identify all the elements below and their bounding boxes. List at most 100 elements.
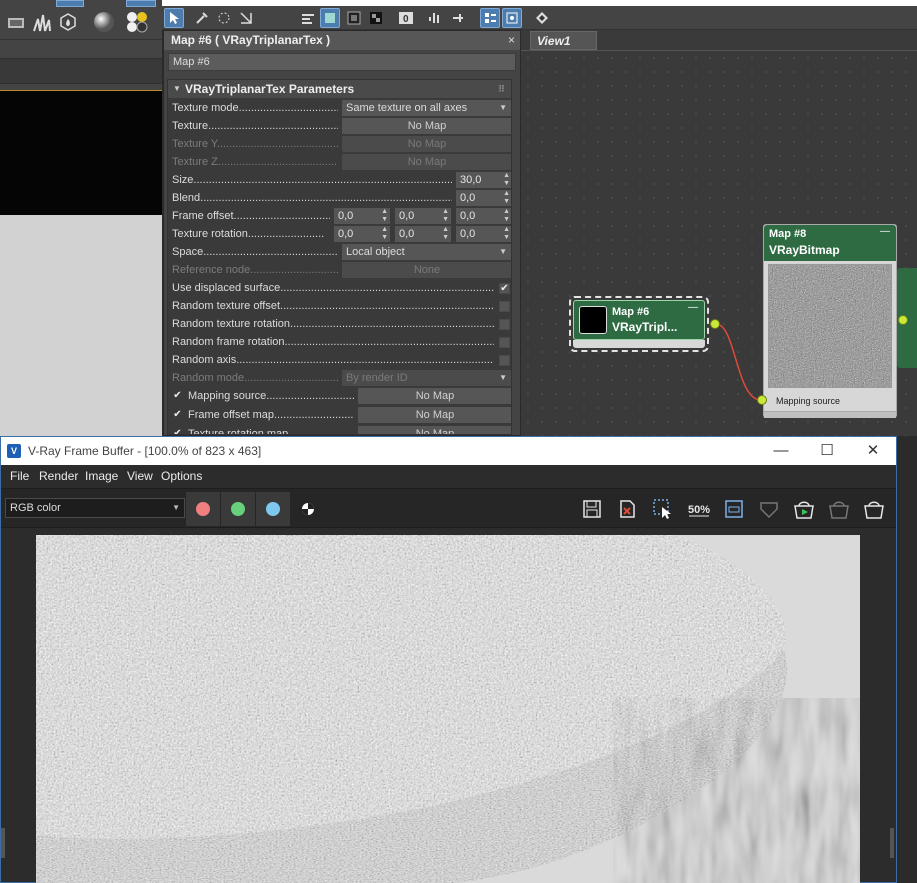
vfb-titlebar[interactable]: V V-Ray Frame Buffer - [100.0% of 823 x … (1, 437, 896, 465)
menu-file[interactable]: File (10, 469, 29, 483)
reference-node-button[interactable]: None (342, 262, 511, 278)
texture-z-map-button[interactable]: No Map (342, 154, 511, 170)
spinner-arrows-icon[interactable]: ▲ ▼ (503, 208, 510, 224)
show-map-icon[interactable] (320, 8, 340, 28)
spinner-arrows-icon[interactable]: ▲ ▼ (442, 208, 449, 224)
render-area[interactable] (1, 528, 896, 883)
track-mouse-icon[interactable] (720, 496, 748, 522)
output-socket-map8[interactable] (898, 315, 908, 325)
random-axis-checkbox[interactable] (499, 355, 510, 366)
node-view[interactable]: View1 Map #6 VRayTripl... — Map #8 VRayB… (521, 30, 917, 436)
rollout-header[interactable]: ▼ VRayTriplanarTex Parameters ⠿ (168, 80, 511, 98)
green-channel-button[interactable] (221, 492, 255, 526)
lay-out-all-icon[interactable] (424, 8, 444, 28)
random-frame-rotation-checkbox[interactable] (499, 337, 510, 348)
eyedropper-icon[interactable] (192, 8, 212, 28)
checker-icon[interactable] (366, 8, 386, 28)
checker-diamond-icon[interactable] (532, 8, 552, 28)
save-image-icon[interactable] (578, 496, 606, 522)
hide-unused-icon[interactable] (480, 8, 500, 28)
texture-map-button[interactable]: No Map (342, 118, 511, 134)
texture-rotation-y-spinner[interactable]: 0,0 ▲ ▼ (395, 226, 451, 242)
node-view-icon[interactable] (502, 8, 522, 28)
red-channel-icon (196, 502, 210, 516)
frame-offset-z-spinner[interactable]: 0,0 ▲ ▼ (456, 208, 511, 224)
use-displaced-checkbox[interactable]: ✔ (499, 283, 510, 294)
menu-options[interactable]: Options (161, 469, 202, 483)
output-socket[interactable] (710, 319, 720, 329)
maximize-button[interactable]: ☐ (804, 437, 850, 465)
texture-rotation-map-button[interactable]: No Map (358, 426, 511, 434)
node-map6[interactable]: Map #6 VRayTripl... — (573, 300, 705, 340)
assign-material-icon[interactable] (298, 8, 318, 28)
show-background-icon[interactable] (344, 8, 364, 28)
stop-render-icon[interactable] (825, 496, 853, 522)
material-icon[interactable] (4, 10, 28, 34)
lay-out-children-icon[interactable] (448, 8, 468, 28)
spinner-arrows-icon[interactable]: ▲ ▼ (503, 172, 510, 188)
mapping-source-socket[interactable] (757, 395, 767, 405)
sphere-icon[interactable] (92, 10, 116, 34)
start-interactive-icon[interactable] (790, 496, 818, 522)
node-map6-footer (573, 340, 705, 348)
spinner-arrows-icon[interactable]: ▲ ▼ (442, 226, 449, 242)
frame-offset-z-value: 0,0 (460, 210, 476, 222)
close-button[interactable]: ✕ (850, 437, 896, 465)
render-icon[interactable]: 0 (396, 8, 416, 28)
frame-offset-x-spinner[interactable]: 0,0 ▲ ▼ (334, 208, 390, 224)
texture-rotation-x-spinner[interactable]: 0,0 ▲ ▼ (334, 226, 390, 242)
menu-render[interactable]: Render (39, 469, 78, 483)
texture-mode-dropdown[interactable]: Same texture on all axes ▼ (342, 100, 511, 116)
fire-icon[interactable] (56, 10, 80, 34)
put-to-scene-icon[interactable] (236, 8, 256, 28)
pick-material-icon[interactable] (214, 8, 234, 28)
map-name-input[interactable]: Map #6 (168, 53, 516, 71)
spinner-arrows-icon[interactable]: ▲ ▼ (381, 208, 388, 224)
minimize-icon[interactable]: — (688, 302, 698, 313)
viewport-light[interactable] (0, 215, 162, 436)
random-tex-offset-row: Random texture offset...................… (172, 297, 510, 315)
collapse-triangle-icon[interactable]: ▼ (173, 80, 181, 98)
random-tex-rotation-checkbox[interactable] (499, 319, 510, 330)
select-arrow-icon[interactable] (164, 8, 184, 28)
right-resize-handle[interactable] (890, 828, 894, 858)
texture-rotation-z-spinner[interactable]: 0,0 ▲ ▼ (456, 226, 511, 242)
minimize-icon[interactable]: — (880, 226, 890, 237)
red-channel-button[interactable] (186, 492, 220, 526)
alpha-channel-icon[interactable] (294, 496, 322, 522)
space-dropdown[interactable]: Local object ▼ (342, 244, 511, 260)
texture-rotation-map-label: Texture rotation map (188, 428, 289, 435)
left-resize-handle[interactable] (1, 828, 5, 858)
frame-offset-map-button[interactable]: No Map (358, 407, 511, 423)
frame-offset-map-checkbox[interactable]: ✔ (172, 410, 183, 421)
color-balls-icon[interactable] (124, 10, 148, 34)
viewport-dark[interactable] (0, 90, 162, 215)
random-tex-offset-checkbox[interactable] (499, 301, 510, 312)
blend-spinner[interactable]: 0,0 ▲ ▼ (456, 190, 511, 206)
close-icon[interactable]: × (508, 31, 515, 50)
region-render-icon[interactable] (649, 496, 677, 522)
grass-icon[interactable] (30, 10, 54, 34)
texture-rotation-map-checkbox[interactable]: ✔ (172, 429, 183, 435)
spinner-arrows-icon[interactable]: ▲ ▼ (381, 226, 388, 242)
render-last-icon[interactable] (755, 496, 783, 522)
menu-image[interactable]: Image (85, 469, 118, 483)
svg-text:50%: 50% (688, 504, 710, 516)
clear-image-icon[interactable] (613, 496, 641, 522)
size-spinner[interactable]: 30,0 ▲ ▼ (456, 172, 511, 188)
texture-y-map-button[interactable]: No Map (342, 136, 511, 152)
node-map6-subtitle: VRayTripl... (612, 320, 678, 334)
menu-view[interactable]: View (127, 469, 153, 483)
node-map8[interactable]: Map #8 VRayBitmap — Mapping source (763, 224, 897, 418)
blue-channel-button[interactable] (256, 492, 290, 526)
spinner-arrows-icon[interactable]: ▲ ▼ (503, 226, 510, 242)
mapping-source-checkbox[interactable]: ✔ (172, 391, 183, 402)
render-teapot-icon[interactable] (860, 496, 888, 522)
mapping-source-map-button[interactable]: No Map (358, 388, 511, 404)
channel-select[interactable]: RGB color ▼ (5, 498, 185, 518)
frame-offset-y-spinner[interactable]: 0,0 ▲ ▼ (395, 208, 451, 224)
random-mode-dropdown[interactable]: By render ID ▼ (342, 370, 511, 386)
minimize-button[interactable]: — (758, 437, 804, 465)
zoom-50-icon[interactable]: 50% (685, 496, 713, 522)
spinner-arrows-icon[interactable]: ▲ ▼ (503, 190, 510, 206)
